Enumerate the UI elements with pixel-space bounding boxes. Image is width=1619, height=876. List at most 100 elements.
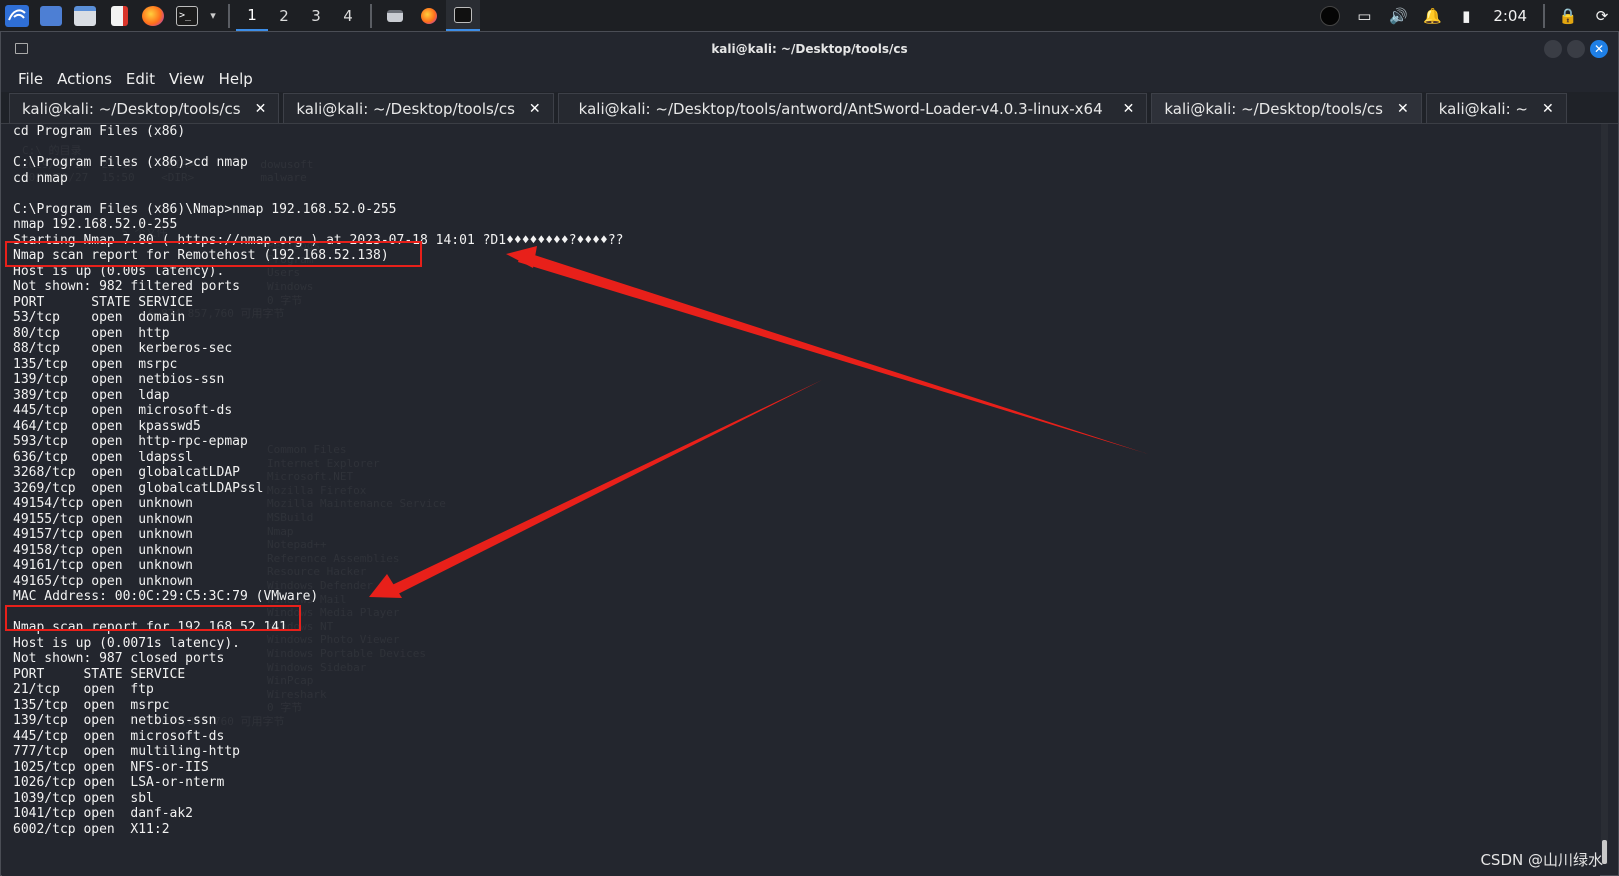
terminal-line: 445/tcp open microsoft-ds [13, 728, 225, 744]
terminal-line: 80/tcp open http [13, 325, 170, 341]
terminal-icon[interactable]: >_ [170, 0, 204, 31]
workspace-3[interactable]: 3 [300, 0, 332, 31]
panel-separator [1543, 3, 1545, 28]
bell-icon[interactable]: 🔔 [1415, 0, 1449, 31]
menu-help[interactable]: Help [212, 70, 260, 88]
terminal-line: MAC Address: 00:0C:29:C5:3C:79 (VMware) [13, 589, 319, 604]
terminal-line: C:\Program Files (x86)\Nmap>nmap 192.168… [13, 201, 397, 217]
tab-4[interactable]: kali@kali: ~/Desktop/tools/cs ✕ [1151, 93, 1422, 123]
menu-view[interactable]: View [162, 70, 212, 88]
terminal-line: 49154/tcp open unknown [13, 496, 194, 511]
terminal-line: 53/tcp open domain [13, 310, 186, 325]
volume-icon[interactable]: 🔊 [1381, 0, 1415, 31]
terminal-line: 49161/tcp open unknown [13, 558, 194, 573]
workspace-4[interactable]: 4 [332, 0, 364, 31]
close-button[interactable]: ✕ [1590, 40, 1608, 58]
terminal-line: 49155/tcp open unknown [13, 511, 194, 527]
chevron-down-icon[interactable]: ▾ [204, 0, 222, 31]
workspace-2[interactable]: 2 [268, 0, 300, 31]
clock[interactable]: 2:04 [1483, 7, 1537, 25]
terminal-line: 1026/tcp open LSA-or-nterm [13, 775, 225, 790]
tab-close-icon[interactable]: ✕ [255, 101, 267, 117]
terminal-line: 445/tcp open microsoft-ds [13, 403, 233, 418]
text-editor-icon[interactable] [102, 0, 136, 31]
tab-close-icon[interactable]: ✕ [1123, 101, 1135, 117]
top-panel: >_ ▾ 1 2 3 4 ▭ 🔊 🔔 ▮ 2:04 🔒 ⟳ [0, 0, 1619, 31]
system-tray: ▭ 🔊 🔔 ▮ 2:04 🔒 ⟳ [1313, 0, 1619, 31]
firefox-icon[interactable] [136, 0, 170, 31]
terminal-line: 1025/tcp open NFS-or-IIS [13, 759, 209, 775]
window-title: kali@kali: ~/Desktop/tools/cs [711, 42, 908, 56]
terminal-line: 139/tcp open netbios-ssn [13, 713, 217, 728]
terminal-line: 135/tcp open msrpc [13, 356, 178, 372]
terminal-line: 3268/tcp open globalcatLDAP [13, 465, 240, 480]
menu-file[interactable]: File [11, 70, 50, 88]
terminal-line: 49157/tcp open unknown [13, 527, 194, 542]
terminal-line: PORT STATE SERVICE [13, 294, 194, 310]
terminal-line: 49158/tcp open unknown [13, 542, 194, 558]
terminal-window: kali@kali: ~/Desktop/tools/cs ✕ File Act… [0, 31, 1619, 876]
terminal-line: 3269/tcp open globalcatLDAPssl [13, 480, 264, 496]
terminal-line: Not shown: 987 closed ports [13, 651, 225, 666]
terminal-line: 636/tcp open ldapssl [13, 449, 194, 465]
tab-3[interactable]: kali@kali: ~/Desktop/tools/antword/AntSw… [557, 93, 1148, 123]
tab-label: kali@kali: ~/Desktop/tools/cs [1164, 99, 1383, 118]
terminal-line: 777/tcp open multiling-http [13, 744, 240, 759]
terminal-line: 1041/tcp open danf-ak2 [13, 806, 194, 821]
workspace-1[interactable]: 1 [236, 0, 268, 31]
terminal-line: PORT STATE SERVICE [13, 666, 186, 682]
terminal-line: cd nmap [13, 170, 68, 186]
terminal-line: nmap 192.168.52.0-255 [13, 217, 178, 232]
highlight-box-host-141 [5, 605, 301, 631]
tab-close-icon[interactable]: ✕ [1397, 101, 1409, 117]
refresh-icon[interactable]: ⟳ [1585, 0, 1619, 31]
terminal-line: 139/tcp open netbios-ssn [13, 372, 225, 387]
csdn-watermark: CSDN @山川绿水 [1480, 851, 1603, 869]
tab-label: kali@kali: ~/Desktop/tools/cs [296, 99, 515, 118]
terminal-line: 49165/tcp open unknown [13, 573, 194, 589]
terminal-output[interactable]: C:\ 的目录 2019/09/21 23:13 <DIR> dowusoft … [2, 124, 1600, 876]
tab-close-icon[interactable]: ✕ [529, 101, 541, 117]
file-manager-icon[interactable] [68, 0, 102, 31]
menu-actions[interactable]: Actions [50, 70, 119, 88]
window-task-icon[interactable] [378, 0, 412, 31]
tab-1[interactable]: kali@kali: ~/Desktop/tools/cs ✕ [9, 93, 280, 123]
battery-icon[interactable] [1313, 0, 1347, 31]
window-menu-icon[interactable] [15, 43, 28, 54]
window-titlebar[interactable]: kali@kali: ~/Desktop/tools/cs ✕ [1, 32, 1618, 66]
terminal-line: 1039/tcp open sbl [13, 790, 154, 806]
tab-label: kali@kali: ~ [1438, 99, 1528, 118]
terminal-line: 21/tcp open ftp [13, 682, 154, 697]
menu-edit[interactable]: Edit [119, 70, 162, 88]
panel-separator [370, 3, 372, 28]
terminal-line: 88/tcp open kerberos-sec [13, 341, 233, 356]
maximize-button[interactable] [1567, 40, 1585, 58]
power-plug-icon[interactable]: ▮ [1449, 0, 1483, 31]
terminal-line: 389/tcp open ldap [13, 387, 170, 403]
terminal-task-icon[interactable] [446, 0, 480, 31]
panel-separator [228, 3, 230, 28]
tab-5[interactable]: kali@kali: ~ ✕ [1425, 93, 1567, 123]
terminal-line: 464/tcp open kpasswd5 [13, 418, 201, 434]
terminal-line: 135/tcp open msrpc [13, 697, 170, 713]
tab-label: kali@kali: ~/Desktop/tools/antword/AntSw… [578, 99, 1103, 118]
terminal-line: C:\Program Files (x86)>cd nmap [13, 155, 248, 170]
kali-menu-icon[interactable] [0, 0, 34, 31]
tab-label: kali@kali: ~/Desktop/tools/cs [22, 99, 241, 118]
terminal-line: 6002/tcp open X11:2 [13, 821, 170, 837]
firefox-task-icon[interactable] [412, 0, 446, 31]
terminal-scrollbar[interactable] [1601, 124, 1608, 864]
terminal-line: Host is up (0.0071s latency). [13, 635, 240, 651]
tab-close-icon[interactable]: ✕ [1542, 101, 1554, 117]
lock-icon[interactable]: 🔒 [1551, 0, 1585, 31]
minimize-button[interactable] [1544, 40, 1562, 58]
desktop-icon[interactable] [34, 0, 68, 31]
tab-2[interactable]: kali@kali: ~/Desktop/tools/cs ✕ [283, 93, 554, 123]
terminal-line: cd Program Files (x86) [13, 124, 186, 139]
menubar: File Actions Edit View Help [1, 66, 1618, 92]
terminal-line: 593/tcp open http-rpc-epmap [13, 434, 248, 449]
terminal-lines: cd Program Files (x86) C:\Program Files … [13, 124, 623, 837]
display-icon[interactable]: ▭ [1347, 0, 1381, 31]
